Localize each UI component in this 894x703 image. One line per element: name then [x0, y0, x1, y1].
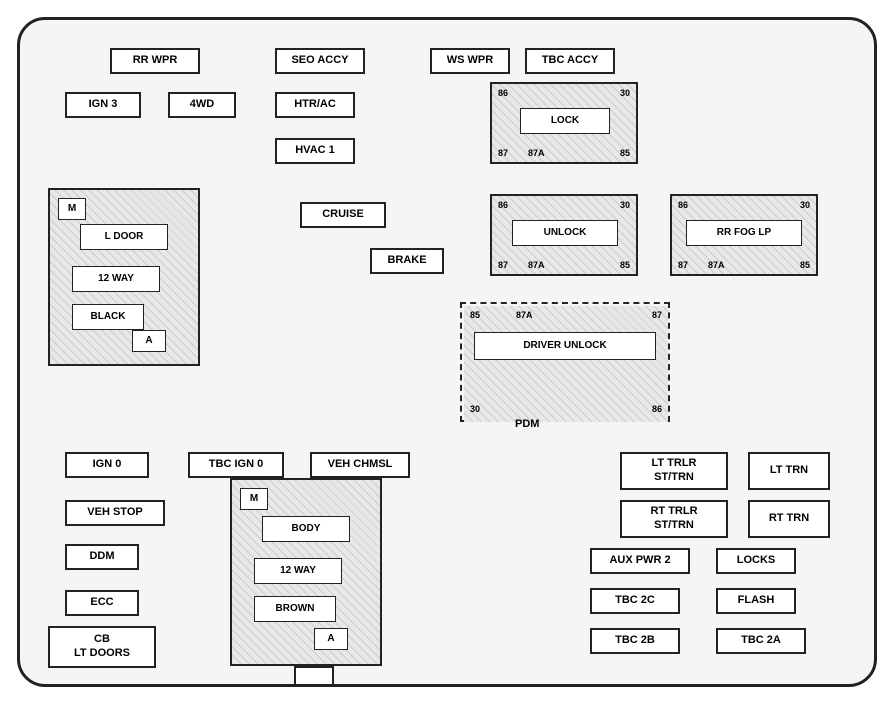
rr-fog-87: 87	[678, 260, 688, 270]
l-door-a: A	[132, 330, 166, 352]
htr-ac: HTR/AC	[275, 92, 355, 118]
rr-fog-85: 85	[800, 260, 810, 270]
rt-trlr-sttrn: RT TRLR ST/TRN	[620, 500, 728, 538]
unlock-86: 86	[498, 200, 508, 210]
driver-unlock-86: 86	[652, 404, 662, 414]
lock-85: 85	[620, 148, 630, 158]
ws-wpr: WS WPR	[430, 48, 510, 74]
pdm-label: PDM	[515, 418, 539, 430]
unlock-relay-block: 86 30 87 87A 85 UNLOCK	[490, 194, 638, 276]
ecc: ECC	[65, 590, 139, 616]
lock-86: 86	[498, 88, 508, 98]
rr-fog-30: 30	[800, 200, 810, 210]
tbc-2c: TBC 2C	[590, 588, 680, 614]
lt-trn: LT TRN	[748, 452, 830, 490]
unlock-87a: 87A	[528, 260, 545, 270]
lt-trlr-sttrn: LT TRLR ST/TRN	[620, 452, 728, 490]
hvac1: HVAC 1	[275, 138, 355, 164]
tbc-2b: TBC 2B	[590, 628, 680, 654]
rr-fog-relay-block: 86 30 87 87A 85 RR FOG LP	[670, 194, 818, 276]
body-m: M	[240, 488, 268, 510]
lock-relay-block: 86 30 87 87A 85 LOCK	[490, 82, 638, 164]
fuse-diagram: RR WPR SEO ACCY WS WPR TBC ACCY IGN 3 4W…	[17, 17, 877, 687]
rt-trn: RT TRN	[748, 500, 830, 538]
l-door-m: M	[58, 198, 86, 220]
cruise: CRUISE	[300, 202, 386, 228]
flash: FLASH	[716, 588, 796, 614]
tbc-accy: TBC ACCY	[525, 48, 615, 74]
aux-pwr2: AUX PWR 2	[590, 548, 690, 574]
four-wd: 4WD	[168, 92, 236, 118]
unlock-30: 30	[620, 200, 630, 210]
seo-accy: SEO ACCY	[275, 48, 365, 74]
body-label: BODY	[262, 516, 350, 542]
driver-unlock-30: 30	[470, 404, 480, 414]
rr-fog-87a: 87A	[708, 260, 725, 270]
unlock-87: 87	[498, 260, 508, 270]
l-door-group: M L DOOR 12 WAY BLACK A	[48, 188, 200, 366]
unlock-85: 85	[620, 260, 630, 270]
driver-unlock-85: 85	[470, 310, 480, 320]
lock-87a: 87A	[528, 148, 545, 158]
ign3: IGN 3	[65, 92, 141, 118]
lock-30: 30	[620, 88, 630, 98]
l-door-black: BLACK	[72, 304, 144, 330]
lock-label: LOCK	[520, 108, 610, 134]
tbc-ign0: TBC IGN 0	[188, 452, 284, 478]
driver-unlock-group: 85 87A 87 DRIVER UNLOCK 30 86	[464, 306, 668, 422]
lock-87: 87	[498, 148, 508, 158]
body-brown: BROWN	[254, 596, 336, 622]
pdm-box: 85 87A 87 DRIVER UNLOCK 30 86	[460, 302, 670, 422]
cb-lt-doors: CB LT DOORS	[48, 626, 156, 668]
ign0: IGN 0	[65, 452, 149, 478]
body-a: A	[314, 628, 348, 650]
rr-fog-86: 86	[678, 200, 688, 210]
driver-unlock-87a: 87A	[516, 310, 533, 320]
veh-stop: VEH STOP	[65, 500, 165, 526]
unlock-label: UNLOCK	[512, 220, 618, 246]
body-group: M BODY 12 WAY BROWN A	[230, 478, 382, 666]
brake: BRAKE	[370, 248, 444, 274]
tbc-2a: TBC 2A	[716, 628, 806, 654]
body-12way: 12 WAY	[254, 558, 342, 584]
ddm: DDM	[65, 544, 139, 570]
body-connector	[294, 666, 334, 686]
driver-unlock-label: DRIVER UNLOCK	[474, 332, 656, 360]
rr-fog-label: RR FOG LP	[686, 220, 802, 246]
veh-chmsl: VEH CHMSL	[310, 452, 410, 478]
driver-unlock-87: 87	[652, 310, 662, 320]
l-door-label: L DOOR	[80, 224, 168, 250]
locks: LOCKS	[716, 548, 796, 574]
l-door-12way: 12 WAY	[72, 266, 160, 292]
rr-wpr: RR WPR	[110, 48, 200, 74]
